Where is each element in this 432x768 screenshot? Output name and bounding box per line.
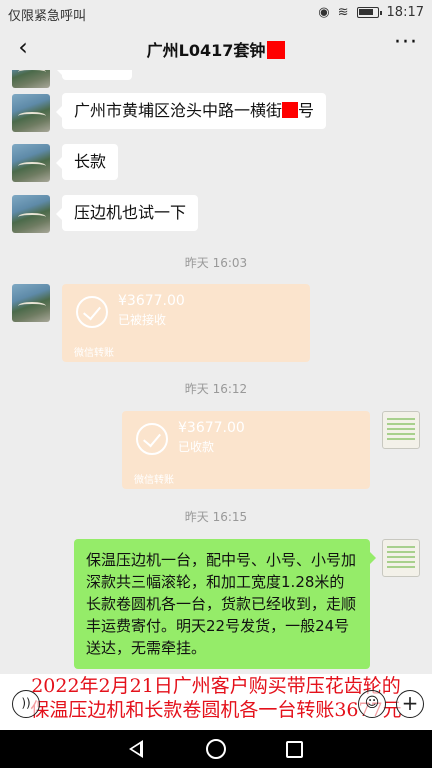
timestamp: 昨天 16:03: [184, 256, 248, 270]
nav-home-icon[interactable]: [206, 739, 226, 759]
redaction-mark: [267, 41, 286, 59]
transfer-source: 微信转账: [74, 348, 114, 359]
wifi-icon: ≋: [337, 5, 349, 20]
message-bubble-address[interactable]: 广州市黄埔区沧头中路一横街号: [55, 93, 327, 129]
timestamp: 昨天 16:15: [184, 510, 248, 524]
transfer-amount: ¥3677.00: [178, 420, 245, 436]
transfer-status: 已收款: [178, 440, 215, 454]
battery-icon: [356, 7, 382, 18]
status-bar: 仅限紧急呼叫 ◉ ≋ 18:17: [0, 0, 432, 26]
nav-back-icon[interactable]: [126, 739, 146, 759]
transfer-status: 已被接收: [118, 313, 167, 327]
check-circle-icon: [136, 423, 168, 455]
nav-recents-icon[interactable]: [286, 741, 303, 758]
contact-avatar[interactable]: [12, 195, 50, 233]
chat-area: 广州市黄埔区沧头中路一横街号 长款 压边机也试一下 昨天 16:03 ¥3677…: [0, 70, 432, 674]
self-avatar[interactable]: [382, 539, 420, 577]
message-text: 压边机也试一下: [74, 203, 187, 222]
check-circle-icon: [76, 296, 108, 328]
contact-avatar[interactable]: [12, 144, 50, 182]
message-bubble-partial[interactable]: [56, 70, 132, 80]
message-bubble-shipping[interactable]: 保温压边机一台，配中号、小号、小号加深款共三幅滚轮，和加工宽度1.28米的长款卷…: [74, 539, 376, 669]
carrier-text: 仅限紧急呼叫: [8, 9, 87, 24]
emoji-icon[interactable]: ☺: [358, 690, 386, 718]
chat-title-text: 广州L0417套钟: [146, 41, 266, 60]
contact-avatar[interactable]: [12, 70, 50, 88]
message-text: 长款: [74, 152, 107, 171]
transfer-source: 微信转账: [134, 475, 174, 486]
contact-avatar[interactable]: [12, 94, 50, 132]
chat-header: ‹ 广州L0417套钟 ···: [0, 26, 432, 70]
more-dots-icon[interactable]: ···: [394, 30, 418, 55]
message-text: 广州市黄埔区沧头中路一横街: [74, 101, 283, 120]
plus-icon[interactable]: +: [396, 690, 424, 718]
message-bubble-trial[interactable]: 压边机也试一下: [55, 195, 199, 231]
self-avatar[interactable]: [382, 411, 420, 449]
redaction-mark: [282, 102, 299, 118]
message-bubble-long[interactable]: 长款: [55, 144, 119, 180]
eye-comfort-icon: ◉: [318, 5, 330, 20]
status-icons: ◉ ≋ 18:17: [318, 5, 424, 20]
chat-title: 广州L0417套钟: [0, 37, 432, 61]
transfer-card-collected[interactable]: ¥3677.00 已收款 微信转账: [122, 411, 370, 489]
timestamp: 昨天 16:12: [184, 382, 248, 396]
message-text-suffix: 号: [298, 101, 315, 120]
transfer-amount: ¥3677.00: [118, 293, 185, 309]
voice-icon[interactable]: )): [12, 690, 40, 718]
contact-avatar[interactable]: [12, 284, 50, 322]
message-text: 保温压边机一台，配中号、小号、小号加深款共三幅滚轮，和加工宽度1.28米的长款卷…: [86, 551, 357, 657]
transfer-card-received[interactable]: ¥3677.00 已被接收 微信转账: [62, 284, 310, 362]
system-nav-bar: [0, 730, 432, 768]
clock: 18:17: [386, 5, 424, 20]
